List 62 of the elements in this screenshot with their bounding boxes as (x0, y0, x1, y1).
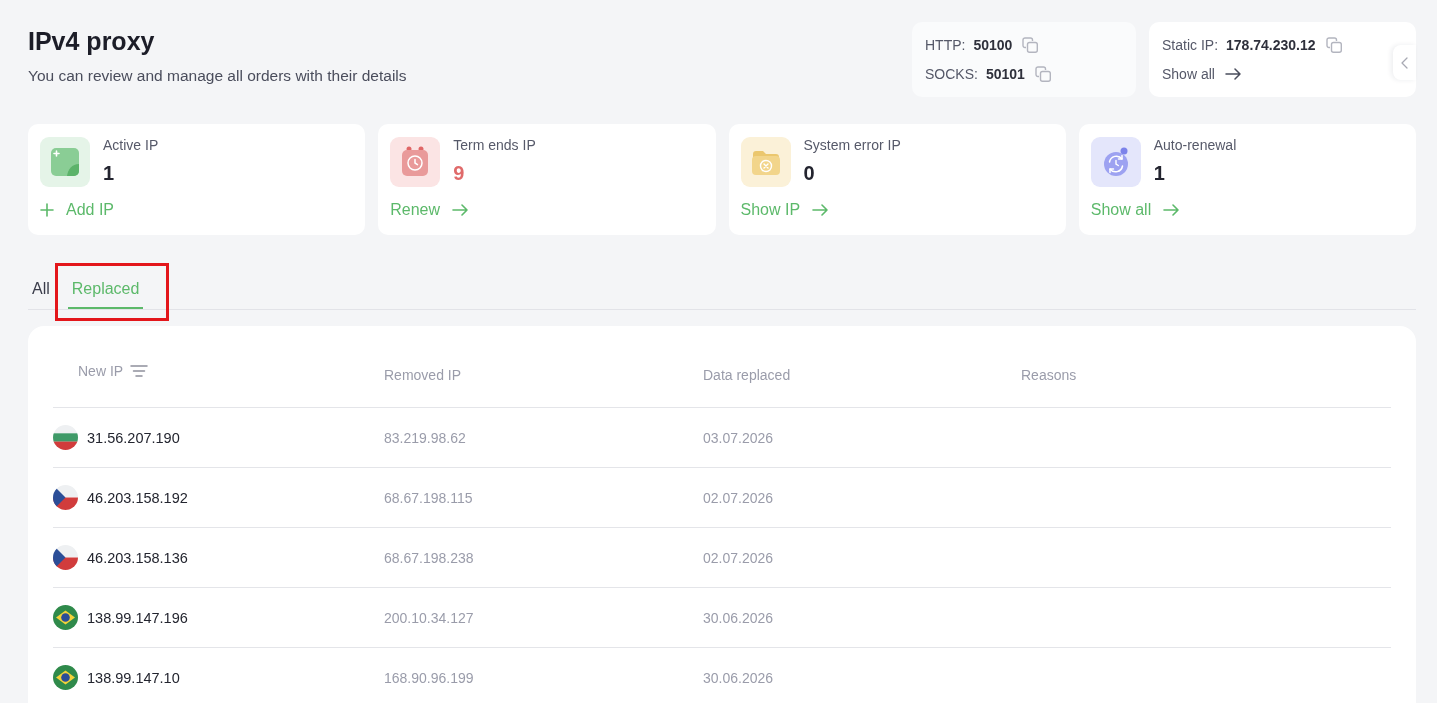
collapse-button[interactable] (1393, 45, 1416, 80)
filter-icon[interactable] (130, 365, 149, 377)
column-header: Data replaced (703, 367, 791, 383)
removed-ip-cell: 83.219.98.62 (384, 429, 466, 446)
static-ip-value: 178.74.230.12 (1226, 37, 1316, 53)
folder-cross-icon (740, 137, 791, 187)
stat-label: Active IP (103, 136, 159, 155)
port-value: 50101 (985, 66, 1025, 82)
renew-link[interactable]: Renew (390, 199, 469, 221)
calendar-clock-icon (390, 137, 441, 187)
removed-ip-cell: 68.67.198.115 (384, 489, 473, 506)
removed-ip-cell: 168.90.96.199 (384, 669, 474, 686)
static-ip-label: Static IP: (1162, 37, 1219, 53)
brazil-flag-icon (53, 665, 78, 690)
page-subtitle: You can review and manage all orders with their details (28, 66, 407, 86)
stat-value: 0 (803, 161, 815, 186)
date-cell: 30.06.2026 (703, 609, 774, 626)
removed-ip-cell: 200.10.34.127 (384, 609, 474, 626)
new-ip-cell: 46.203.158.192 (87, 489, 188, 506)
chevron-left-icon (1401, 56, 1408, 69)
add-ip-link[interactable]: Add IP (40, 199, 115, 221)
date-cell: 30.06.2026 (703, 669, 774, 686)
new-ip-cell: 138.99.147.10 (87, 669, 180, 686)
new-ip-cell: 31.56.207.190 (87, 429, 180, 446)
stat-label: System error IP (803, 136, 901, 155)
date-cell: 02.07.2026 (703, 489, 774, 506)
new-ip-cell: 138.99.147.196 (87, 609, 188, 626)
stat-value: 1 (103, 161, 115, 186)
arrow-right-icon (1224, 68, 1241, 80)
new-ip-cell: 46.203.158.136 (87, 549, 188, 566)
clock-refresh-icon (1090, 137, 1141, 187)
note-plus-icon (40, 137, 90, 187)
tab[interactable]: Replaced (67, 271, 144, 309)
date-cell: 02.07.2026 (703, 549, 774, 566)
stat-label: Term ends IP (453, 136, 536, 155)
column-header: Removed IP (384, 367, 462, 383)
stat-value: 1 (1153, 161, 1165, 186)
show-all-link[interactable]: Show all (1090, 199, 1180, 221)
column-header: New IP (78, 363, 124, 379)
port-label: HTTP: (925, 37, 966, 53)
bulgaria-flag-icon (53, 425, 78, 450)
stat-value: 9 (453, 161, 465, 186)
brazil-flag-icon (53, 605, 78, 630)
arrow-right-icon (1163, 204, 1180, 216)
date-cell: 03.07.2026 (703, 429, 774, 446)
show-all-link[interactable]: Show all (1162, 64, 1241, 84)
copy-icon[interactable] (1034, 66, 1051, 82)
removed-ip-cell: 68.67.198.238 (384, 549, 474, 566)
port-value: 50100 (973, 37, 1013, 53)
arrow-right-icon (812, 204, 829, 216)
page-title: IPv4 proxy (28, 26, 156, 56)
czech-flag-icon (53, 485, 78, 510)
copy-icon[interactable] (1022, 37, 1039, 53)
copy-icon[interactable] (1325, 37, 1342, 53)
plus-icon (40, 203, 54, 217)
show-ip-link[interactable]: Show IP (740, 199, 829, 221)
czech-flag-icon (53, 545, 78, 570)
port-label: SOCKS: (925, 66, 978, 82)
stat-label: Auto-renewal (1153, 136, 1237, 155)
tab[interactable]: All (28, 271, 54, 309)
column-header: Reasons (1021, 367, 1077, 383)
arrow-right-icon (452, 204, 469, 216)
